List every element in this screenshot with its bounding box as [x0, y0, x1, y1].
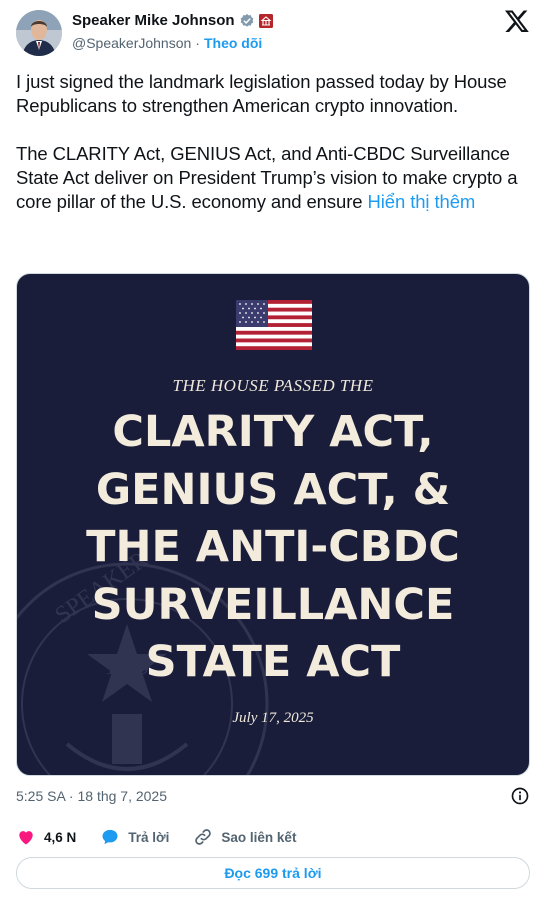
action-bar: 4,6 N Trả lời Sao liên kết: [16, 826, 320, 848]
x-logo-icon[interactable]: [504, 8, 530, 34]
media-kicker: THE HOUSE PASSED THE: [172, 376, 374, 395]
name-row: Speaker Mike Johnson: [72, 12, 273, 29]
link-icon: [195, 829, 212, 845]
read-replies-button[interactable]: Đọc 699 trả lời: [16, 857, 530, 889]
like-button[interactable]: 4,6 N: [16, 827, 76, 847]
media-date: July 17, 2025: [232, 710, 314, 726]
verified-badge-icon[interactable]: [239, 13, 255, 29]
tweet-media-image[interactable]: 1789 SPEAKER THE HOUSE PASSED THE CLARIT…: [16, 273, 530, 776]
like-count: 4,6 N: [44, 829, 77, 845]
reply-button[interactable]: Trả lời: [100, 827, 169, 847]
show-more-link[interactable]: Hiển thị thêm: [368, 191, 476, 212]
house-affiliation-icon[interactable]: [258, 13, 273, 28]
heart-icon: [19, 831, 33, 845]
tweet-timestamp[interactable]: 5:25 SA · 18 thg 7, 2025: [16, 788, 167, 804]
tweet-text: I just signed the landmark legislation p…: [16, 70, 528, 214]
avatar[interactable]: [16, 10, 62, 56]
handle-row: @SpeakerJohnson · Theo dõi: [72, 35, 262, 51]
reply-bubble-icon: [102, 829, 118, 845]
us-flag-icon: [236, 300, 312, 350]
copy-link-button[interactable]: Sao liên kết: [193, 827, 296, 847]
media-headline: CLARITY ACT, GENIUS ACT, & THE ANTI-CBDC…: [86, 407, 460, 687]
tweet-card: Speaker Mike Johnson @SpeakerJohnson · T…: [0, 0, 546, 897]
follow-button[interactable]: Theo dõi: [204, 35, 262, 51]
handle[interactable]: @SpeakerJohnson: [72, 35, 191, 51]
tweet-header: Speaker Mike Johnson @SpeakerJohnson · T…: [16, 8, 530, 58]
copy-link-label: Sao liên kết: [221, 829, 297, 845]
info-icon[interactable]: [510, 786, 530, 806]
reply-label: Trả lời: [128, 829, 170, 845]
separator: ·: [195, 35, 200, 51]
display-name[interactable]: Speaker Mike Johnson: [72, 12, 235, 29]
